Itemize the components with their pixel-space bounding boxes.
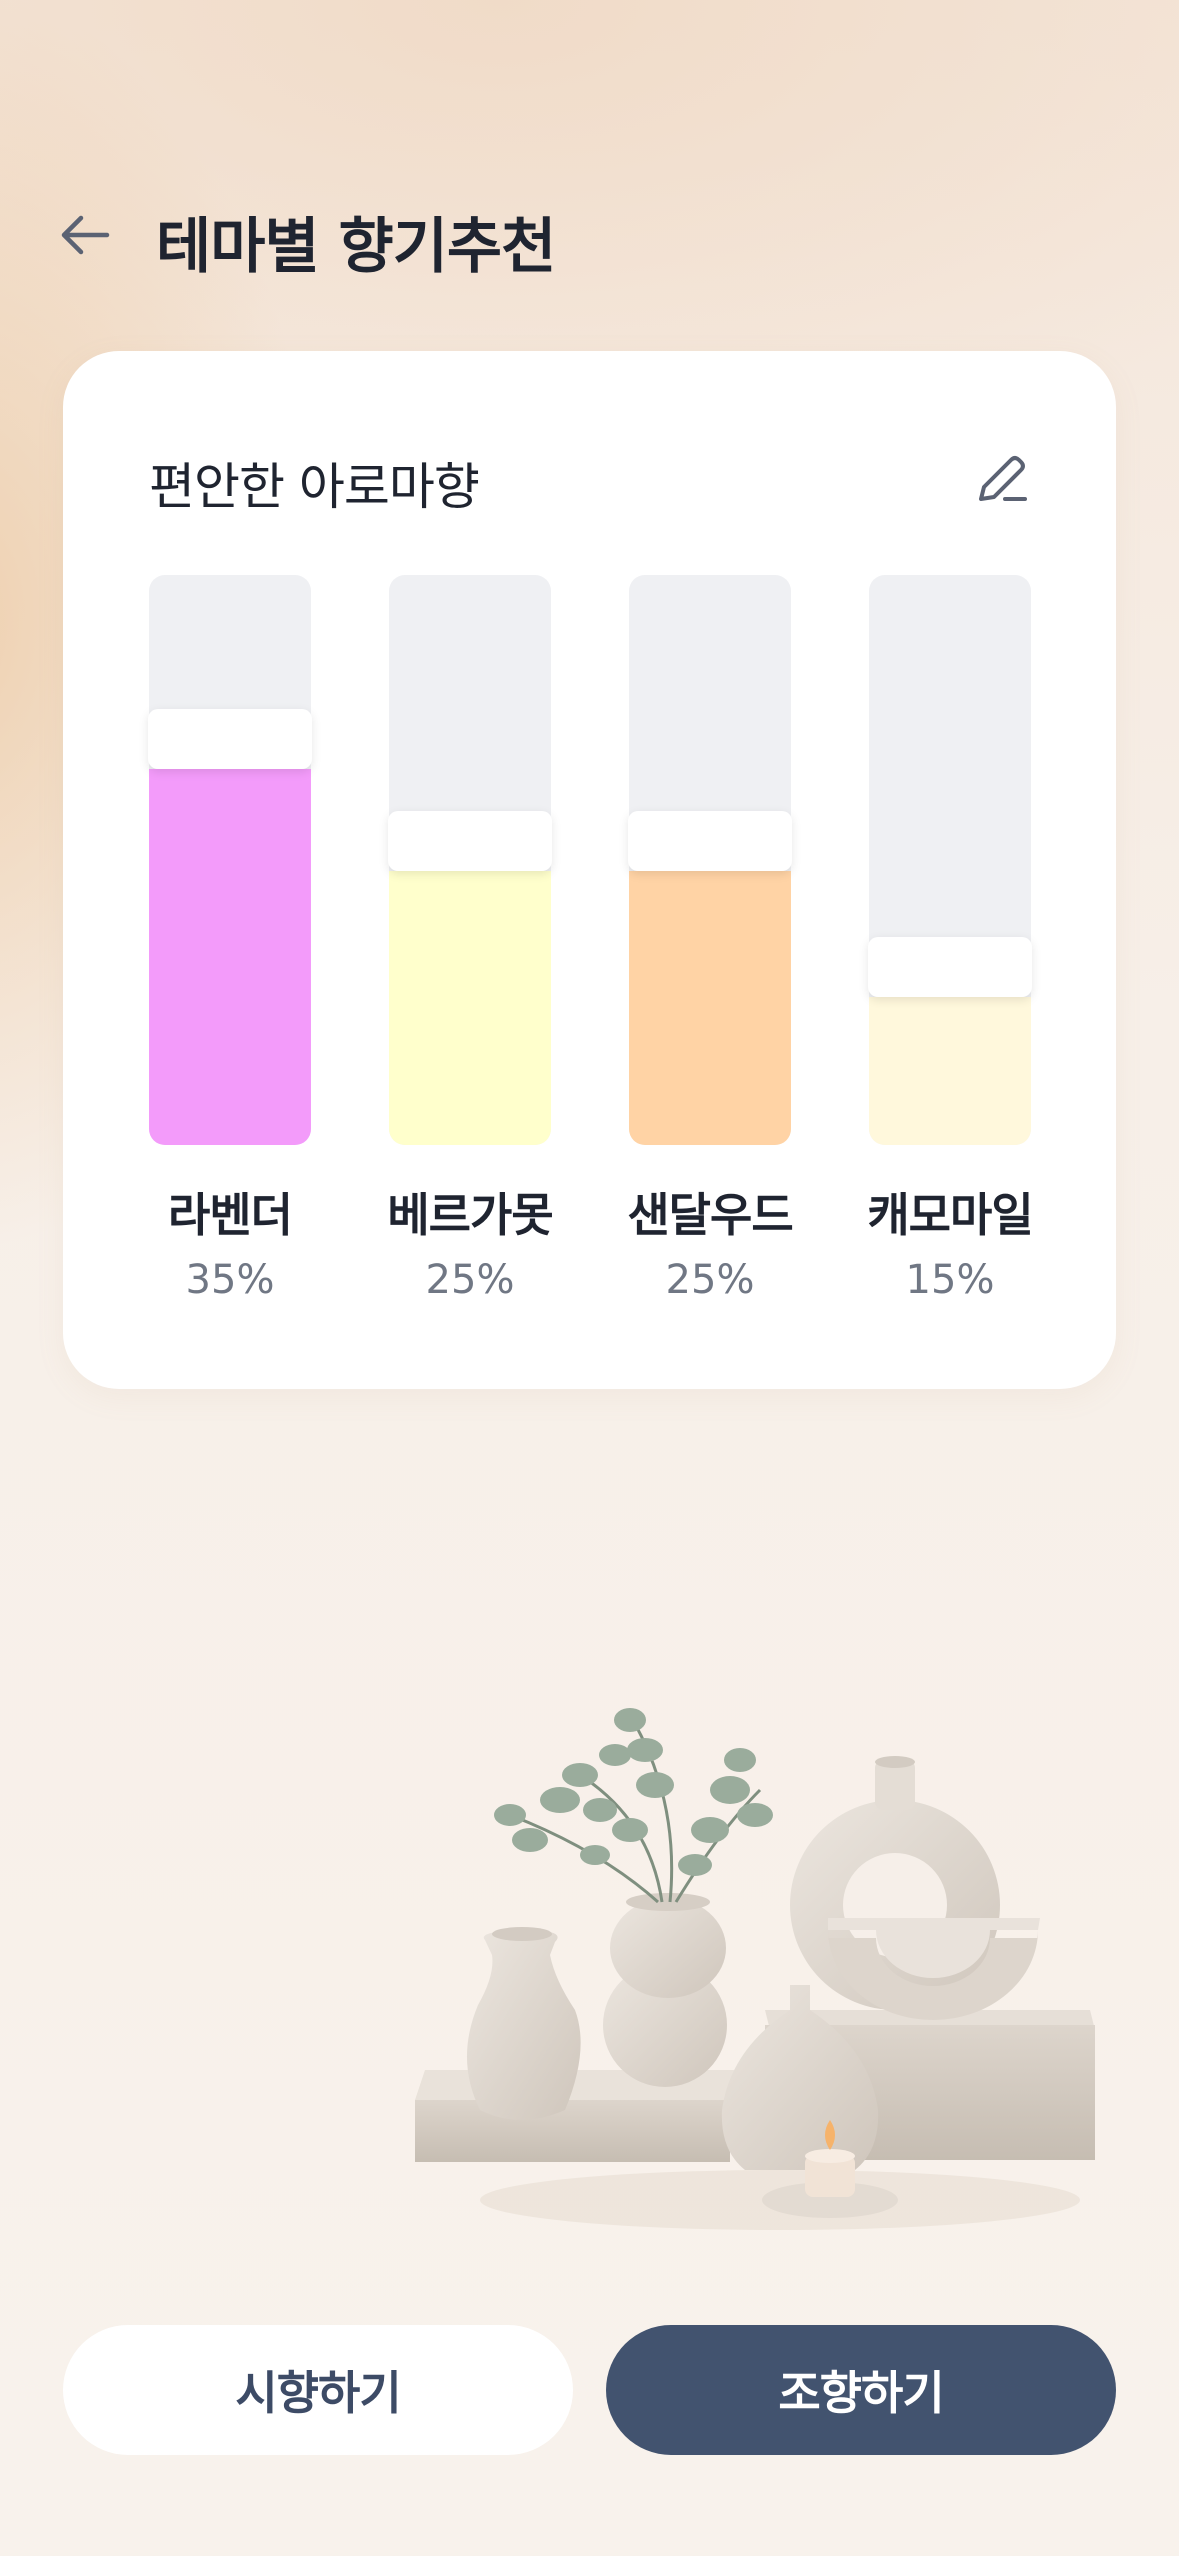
note-percent: 15% (905, 1257, 995, 1303)
note-name: 베르가못 (387, 1188, 553, 1242)
pencil-icon (979, 456, 1027, 501)
note-slider-fill (149, 769, 311, 1145)
note-slider-fill (389, 871, 551, 1145)
note-name: 샌달우드 (627, 1188, 793, 1242)
note-column-sandalwood: 샌달우드 25% (627, 575, 794, 1303)
header: 테마별 향기추천 (0, 180, 1179, 290)
note-slider-track[interactable] (868, 575, 1032, 1145)
note-slider-track[interactable] (388, 575, 552, 1145)
note-column-lavender: 라벤더 35% (148, 575, 312, 1303)
note-slider-handle[interactable] (628, 811, 792, 871)
note-column-chamomile: 캐모마일 15% (867, 575, 1034, 1303)
recipe-title: 편안한 아로마향 (149, 458, 480, 516)
blend-button[interactable]: 조향하기 (606, 2325, 1116, 2455)
note-percent: 25% (665, 1257, 755, 1303)
note-slider-handle[interactable] (148, 709, 312, 769)
back-button[interactable] (52, 202, 118, 268)
edit-button[interactable] (963, 441, 1039, 517)
note-slider-track[interactable] (628, 575, 792, 1145)
note-percent: 25% (425, 1257, 515, 1303)
note-slider-fill (629, 871, 791, 1145)
trial-button[interactable]: 시향하기 (63, 2325, 573, 2455)
note-slider-track[interactable] (148, 575, 312, 1145)
vases-candle-illustration (400, 1680, 1120, 2250)
note-column-bergamot: 베르가못 25% (387, 575, 554, 1303)
vases-candle-eucalyptus-illustration (415, 1708, 1095, 2230)
page-title: 테마별 향기추천 (156, 212, 556, 282)
note-slider-handle[interactable] (868, 937, 1032, 997)
recipe-card: 편안한 아로마향 라벤더 35% 베르가못 25% 샌달우드 25% 캐모마일 … (63, 351, 1116, 1389)
note-percent: 35% (185, 1257, 275, 1303)
note-name: 캐모마일 (867, 1188, 1033, 1242)
note-slider-handle[interactable] (388, 811, 552, 871)
note-name: 라벤더 (168, 1188, 293, 1242)
note-slider-fill (869, 997, 1031, 1145)
arrow-left-icon (61, 215, 110, 255)
